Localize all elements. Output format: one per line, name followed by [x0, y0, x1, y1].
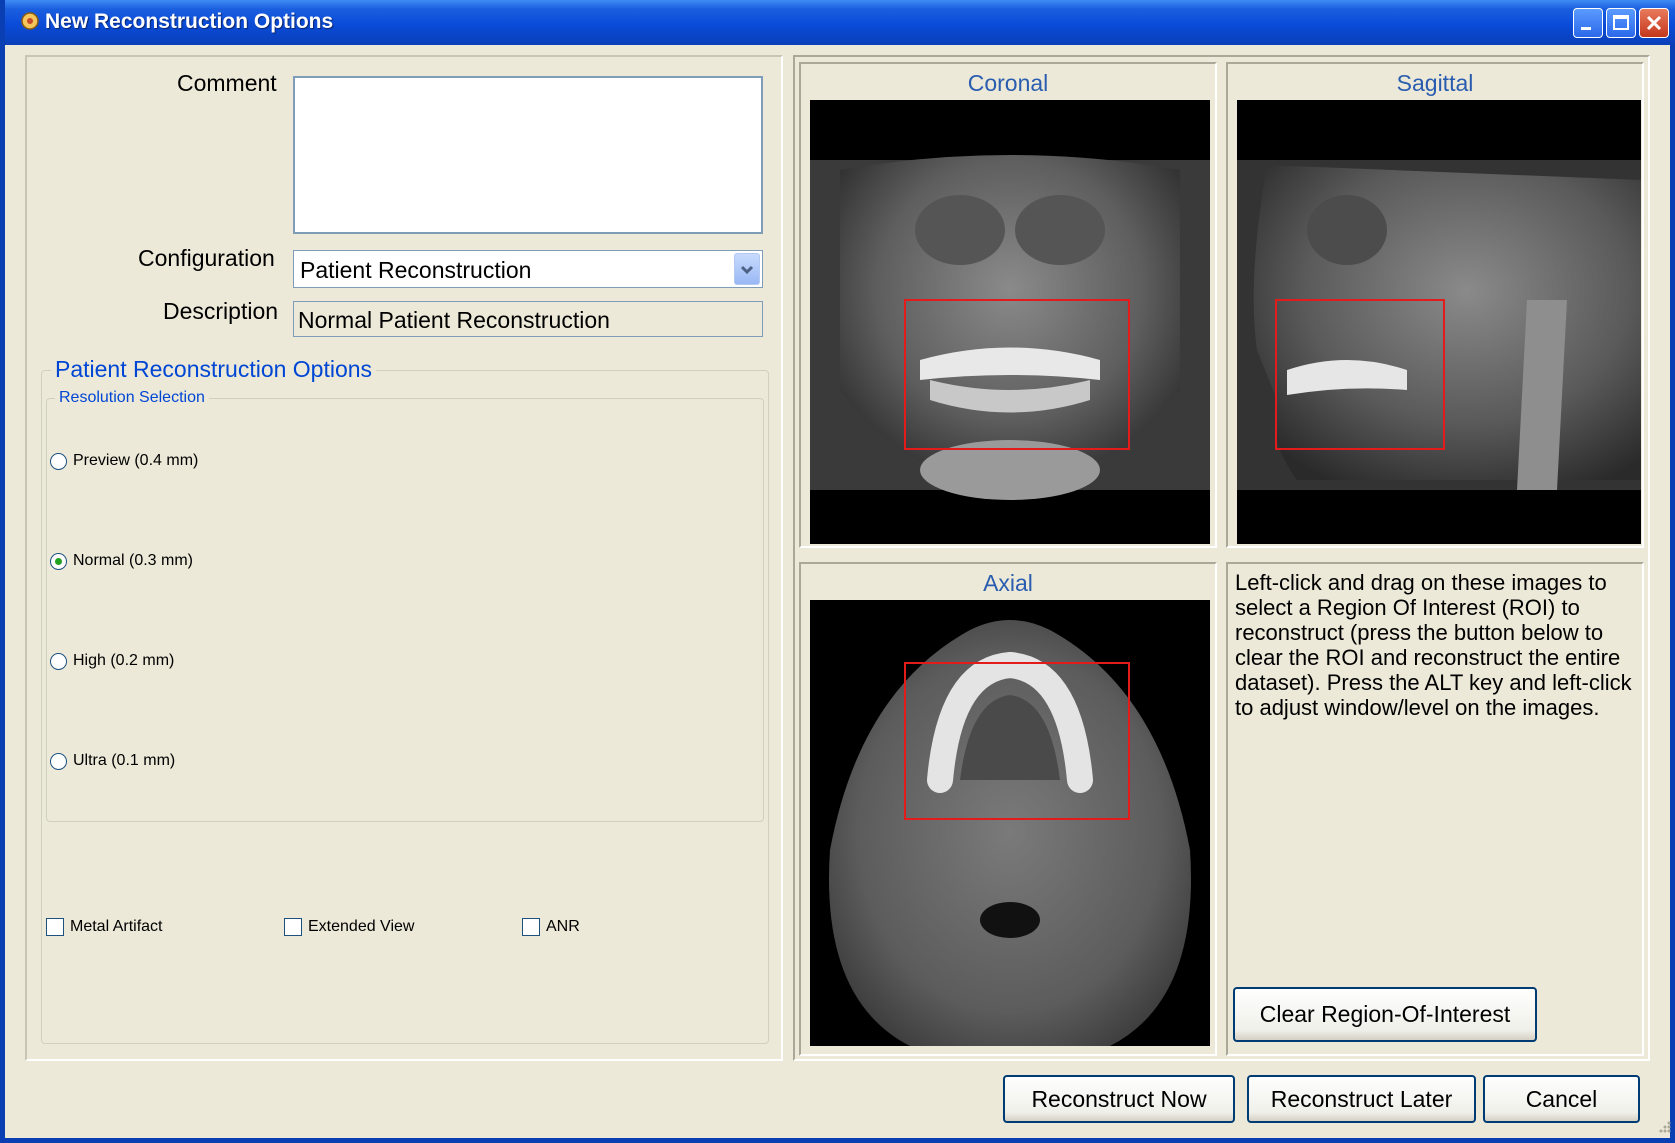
cancel-button[interactable]: Cancel [1483, 1075, 1640, 1123]
coronal-title: Coronal [967, 70, 1049, 96]
title-bar[interactable]: New Reconstruction Options [5, 0, 1675, 45]
metal-artifact-checkbox[interactable]: Metal Artifact [46, 918, 162, 936]
checkbox[interactable] [522, 918, 540, 936]
radio-label: Ultra (0.1 mm) [73, 752, 176, 769]
checkbox-label: Extended View [308, 918, 415, 935]
checkbox-label: ANR [546, 918, 580, 935]
close-icon [1646, 15, 1662, 31]
anr-checkbox[interactable]: ANR [522, 918, 580, 936]
radio-label: High (0.2 mm) [73, 652, 175, 669]
configuration-label: Configuration [138, 245, 275, 271]
app-icon [21, 12, 39, 30]
close-button[interactable] [1639, 8, 1669, 38]
checkbox-label: Metal Artifact [70, 918, 163, 935]
reconstruct-now-button[interactable]: Reconstruct Now [1003, 1075, 1235, 1123]
reconstruction-options-title: Patient Reconstruction Options [51, 356, 377, 383]
dropdown-button[interactable] [734, 253, 760, 285]
axial-view: Axial [799, 562, 1217, 1056]
minimize-icon [1581, 27, 1591, 30]
maximize-icon [1613, 15, 1629, 30]
resolution-normal-option[interactable]: Normal (0.3 mm) [50, 552, 193, 570]
sagittal-image[interactable] [1237, 100, 1641, 544]
minimize-button[interactable] [1573, 8, 1603, 38]
resolution-high-option[interactable]: High (0.2 mm) [50, 652, 174, 670]
description-value: Normal Patient Reconstruction [298, 307, 610, 333]
radio-button[interactable] [50, 452, 67, 470]
radio-button-selected[interactable] [50, 552, 67, 570]
coronal-roi-box[interactable] [904, 299, 1130, 450]
clear-roi-button[interactable]: Clear Region-Of-Interest [1233, 987, 1537, 1042]
description-label: Description [163, 298, 279, 324]
description-field: Normal Patient Reconstruction [293, 301, 763, 337]
axial-title: Axial [983, 570, 1033, 596]
radio-label: Normal (0.3 mm) [73, 552, 194, 569]
coronal-image[interactable] [810, 100, 1210, 544]
resolution-ultra-option[interactable]: Ultra (0.1 mm) [50, 752, 175, 770]
sagittal-roi-box[interactable] [1275, 299, 1445, 450]
radio-label: Preview (0.4 mm) [73, 452, 199, 469]
chevron-down-icon [740, 265, 754, 275]
resolution-preview-option[interactable]: Preview (0.4 mm) [50, 452, 198, 470]
checkbox[interactable] [46, 918, 64, 936]
extended-view-checkbox[interactable]: Extended View [284, 918, 414, 936]
configuration-value: Patient Reconstruction [300, 257, 532, 283]
axial-image[interactable] [810, 600, 1210, 1046]
axial-roi-box[interactable] [904, 662, 1130, 820]
sagittal-title: Sagittal [1396, 70, 1474, 96]
sagittal-view: Sagittal [1226, 62, 1644, 548]
resolution-title: Resolution Selection [55, 389, 209, 407]
dialog-window: New Reconstruction Options Comment Confi… [0, 0, 1675, 1143]
radio-button[interactable] [50, 752, 67, 770]
checkbox[interactable] [284, 918, 302, 936]
reconstruct-later-button[interactable]: Reconstruct Later [1247, 1075, 1476, 1123]
window-title: New Reconstruction Options [45, 10, 334, 33]
maximize-button[interactable] [1606, 8, 1636, 38]
coronal-view: Coronal [799, 62, 1217, 548]
configuration-select[interactable]: Patient Reconstruction [293, 250, 763, 288]
resize-grip-icon[interactable] [1655, 1117, 1673, 1135]
radio-button[interactable] [50, 652, 67, 670]
comment-label: Comment [177, 70, 277, 96]
instructions-text: Left-click and drag on these images to s… [1235, 570, 1632, 720]
comment-field[interactable] [293, 76, 763, 234]
